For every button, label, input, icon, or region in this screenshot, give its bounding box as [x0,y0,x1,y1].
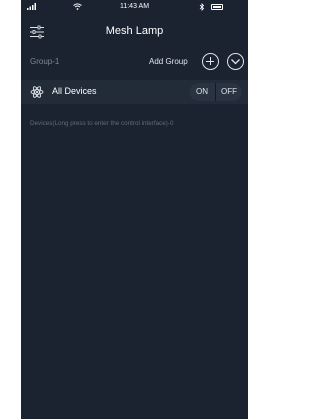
all-devices-row[interactable]: All Devices ON OFF [21,80,248,104]
page-title: Mesh Lamp [105,25,164,37]
off-button[interactable]: OFF [216,83,242,101]
on-button[interactable]: ON [189,83,215,101]
on-off-toggle: ON OFF [189,83,242,101]
group-name[interactable]: Group-1 [30,57,59,66]
all-devices-label: All Devices [52,86,97,96]
status-bar: 11:43 AM [21,0,248,14]
plus-circle-icon[interactable] [202,53,219,70]
group-header: Group-1 Add Group [21,52,248,74]
devices-hint: Devices(Long press to enter the control … [30,120,174,127]
battery-icon [211,4,223,10]
chevron-down-circle-icon[interactable] [227,53,244,70]
bluetooth-icon [199,3,205,13]
app-screen: 11:43 AM Mesh Lamp Group-1 Add Group All… [21,0,248,419]
navigation-bar: Mesh Lamp [21,15,248,49]
add-group-label[interactable]: Add Group [149,57,188,66]
atom-icon [30,85,44,99]
